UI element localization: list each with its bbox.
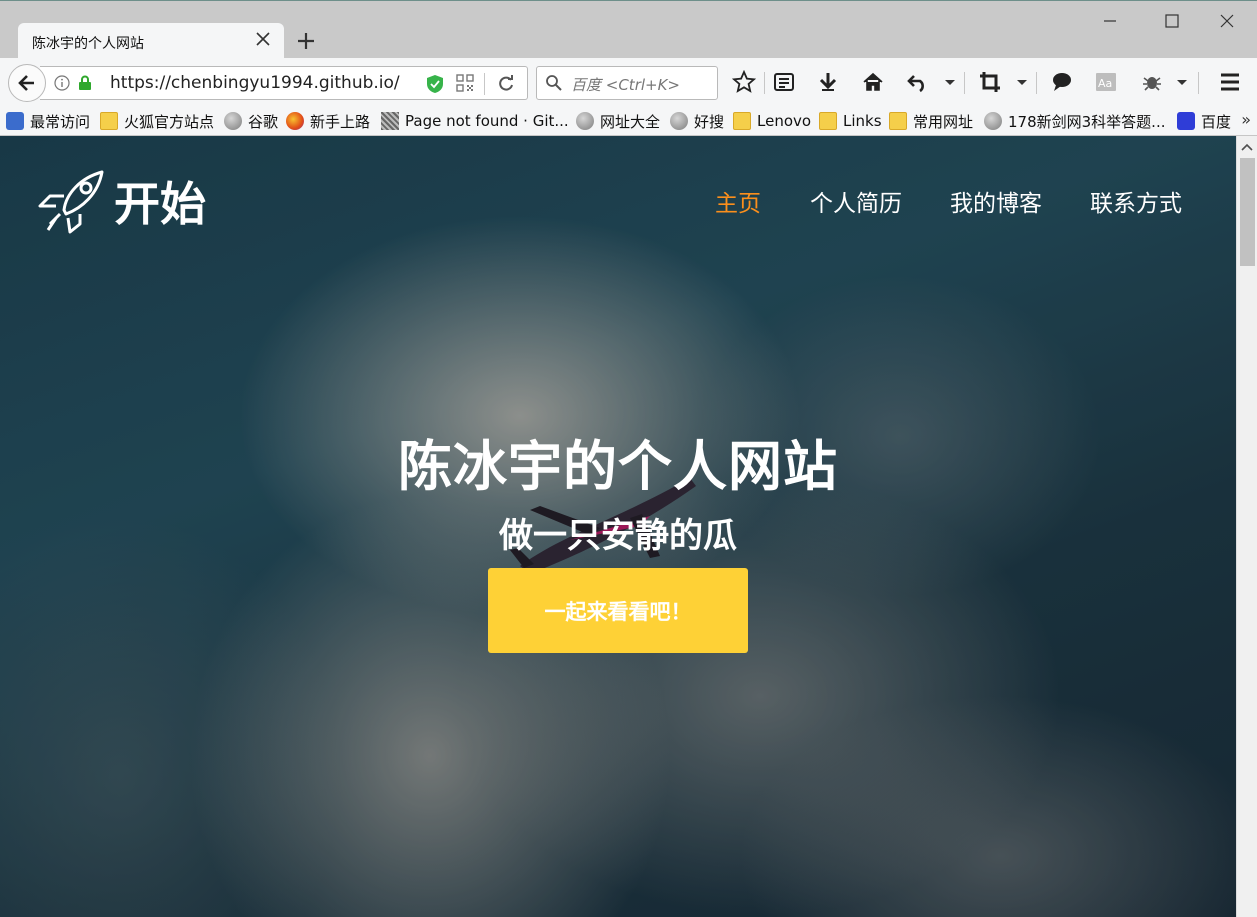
arrow-left-icon	[18, 75, 34, 91]
url-divider	[484, 73, 485, 95]
hamburger-menu-icon[interactable]	[1218, 70, 1242, 94]
chevron-down-icon[interactable]	[1014, 70, 1030, 94]
navigation-toolbar: https://chenbingyu1994.github.io/i 百度 <C…	[0, 58, 1257, 106]
folder-icon	[889, 112, 907, 130]
url-bar[interactable]: https://chenbingyu1994.github.io/i	[40, 66, 528, 100]
bookmark-item[interactable]: 178新剑网3科举答题...	[984, 110, 1165, 132]
bookmark-item[interactable]: 百度	[1177, 110, 1231, 132]
bookmark-item[interactable]: 网址大全	[576, 110, 660, 132]
scrollbar-thumb[interactable]	[1240, 158, 1255, 266]
new-tab-icon[interactable]	[294, 29, 318, 53]
folder-icon	[733, 112, 751, 130]
svg-text:Aa: Aa	[1098, 77, 1112, 90]
browser-tab[interactable]: 陈冰宇的个人网站	[18, 23, 284, 59]
search-icon	[546, 75, 562, 91]
bookmark-item[interactable]: 谷歌	[224, 110, 278, 132]
shield-icon[interactable]	[426, 74, 444, 94]
tab-title: 陈冰宇的个人网站	[32, 36, 144, 52]
globe-icon	[670, 112, 688, 130]
minimize-icon[interactable]	[1098, 9, 1122, 33]
hero-cta-button[interactable]: 一起来看看吧！	[488, 568, 748, 653]
window-close-icon[interactable]	[1215, 9, 1239, 33]
download-icon[interactable]	[816, 70, 840, 94]
globe-icon	[576, 112, 594, 130]
home-icon[interactable]	[861, 70, 885, 94]
page-scrollbar[interactable]	[1236, 136, 1257, 917]
toolbar-divider	[1198, 72, 1199, 94]
chevron-double-right-icon[interactable]: »	[1241, 110, 1251, 129]
bookmark-item[interactable]: 火狐官方站点	[100, 110, 214, 132]
github-icon	[381, 112, 399, 130]
bookmarks-toolbar: 最常访问 火狐官方站点 谷歌 新手上路 Page not found · Git…	[0, 106, 1257, 136]
scroll-up-icon[interactable]	[1241, 142, 1253, 152]
bookmark-item[interactable]: Links	[819, 110, 882, 132]
toolbar-divider	[964, 72, 965, 94]
magnifier-icon	[6, 112, 24, 130]
hero-title: 陈冰宇的个人网站	[398, 435, 838, 498]
bookmark-item[interactable]: Page not found · Git...	[381, 110, 569, 132]
folder-icon	[100, 112, 118, 130]
undo-icon[interactable]	[906, 70, 930, 94]
maximize-icon[interactable]	[1160, 9, 1184, 33]
nav-home[interactable]: 主页	[715, 184, 761, 218]
bookmark-item[interactable]: 新手上路	[286, 110, 370, 132]
nav-contact[interactable]: 联系方式	[1090, 184, 1182, 218]
baidu-paw-icon	[1177, 112, 1195, 130]
reload-icon[interactable]	[496, 74, 516, 94]
globe-icon	[224, 112, 242, 130]
bookmark-star-icon[interactable]	[732, 70, 756, 94]
reader-view-icon[interactable]: Aa	[1094, 70, 1118, 94]
toolbar-divider	[1036, 72, 1037, 94]
bookmark-item[interactable]: Lenovo	[733, 110, 811, 132]
site-brand[interactable]: 开始	[114, 168, 206, 234]
title-bar: 陈冰宇的个人网站	[0, 0, 1257, 59]
globe-icon	[984, 112, 1002, 130]
folder-icon	[819, 112, 837, 130]
bug-icon[interactable]	[1140, 70, 1164, 94]
reading-list-icon[interactable]	[772, 70, 796, 94]
hero-subtitle: 做一只安静的瓜	[499, 516, 737, 556]
back-button[interactable]	[8, 64, 46, 102]
lock-icon	[79, 75, 91, 90]
chat-bubble-icon[interactable]	[1050, 70, 1074, 94]
qr-code-icon[interactable]	[456, 74, 474, 92]
info-icon[interactable]	[54, 75, 70, 91]
chevron-down-icon[interactable]	[942, 70, 958, 94]
crop-screenshot-icon[interactable]	[978, 70, 1002, 94]
bookmark-item[interactable]: 好搜	[670, 110, 724, 132]
search-placeholder: 百度 <Ctrl+K>	[571, 76, 680, 94]
chevron-down-icon[interactable]	[1174, 70, 1190, 94]
bookmark-item[interactable]: 常用网址	[889, 110, 973, 132]
rocket-icon[interactable]	[36, 166, 108, 234]
url-text[interactable]: https://chenbingyu1994.github.io/i	[110, 73, 400, 93]
toolbar-divider	[764, 72, 765, 94]
close-icon[interactable]	[254, 30, 272, 48]
bookmark-item[interactable]: 最常访问	[6, 110, 90, 132]
nav-resume[interactable]: 个人简历	[810, 184, 902, 218]
firefox-icon	[286, 112, 304, 130]
hero-section: 开始 主页 个人简历 我的博客 联系方式 陈冰宇的个人网站 做一只安静的瓜 一起…	[0, 136, 1236, 917]
search-bar[interactable]: 百度 <Ctrl+K>	[536, 66, 718, 100]
nav-blog[interactable]: 我的博客	[950, 184, 1042, 218]
